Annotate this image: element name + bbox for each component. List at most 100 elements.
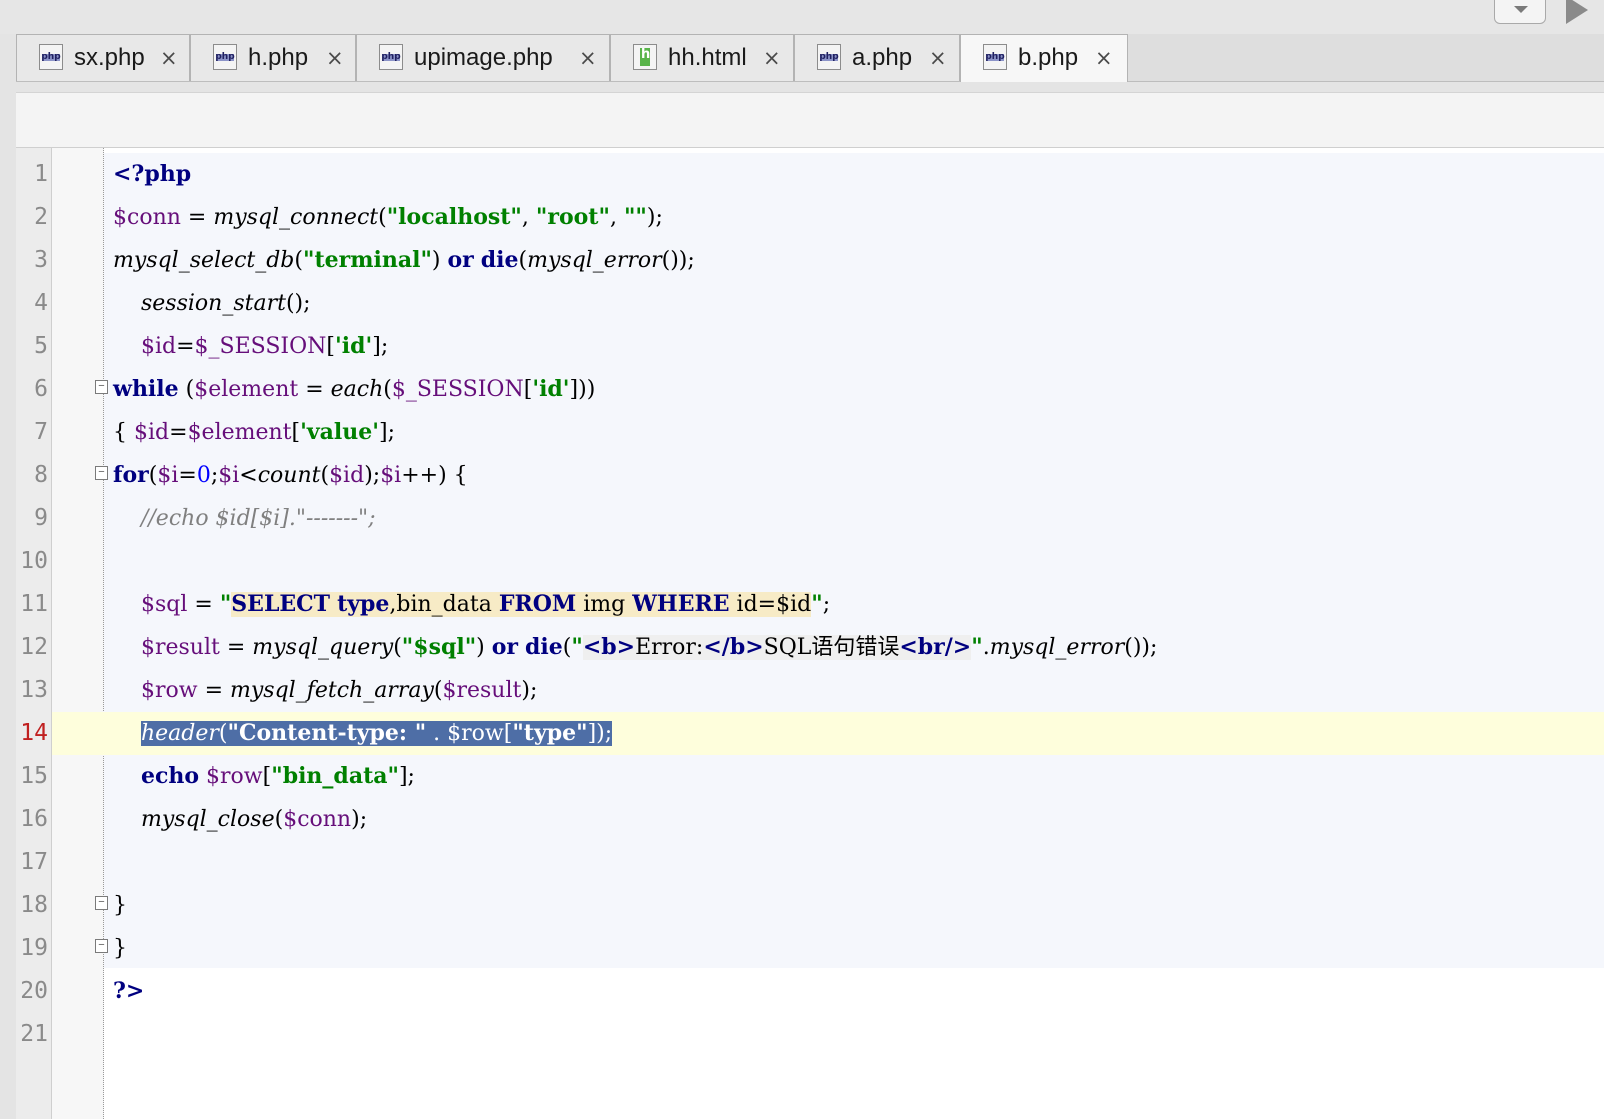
tab-b-php[interactable]: b.php ×: [960, 34, 1128, 82]
code-text[interactable]: header("Content-type: " . $row["type"]);: [113, 712, 613, 755]
code-text[interactable]: { $id=$element['value'];: [113, 411, 395, 454]
tab-label: hh.html: [668, 44, 747, 71]
token: type: [337, 591, 390, 617]
token: ());: [661, 248, 695, 273]
token: $conn: [113, 205, 181, 230]
code-text[interactable]: ?>: [113, 970, 144, 1013]
code-line: 16 mysql_close($conn);: [0, 798, 1604, 841]
token: (: [518, 248, 528, 273]
code-text[interactable]: $result = mysql_query("$sql") or die("<b…: [113, 626, 1157, 669]
token: ];: [372, 334, 389, 359]
top-toolbar: [0, 0, 1604, 34]
code-line: 7 { $id=$element['value'];: [0, 411, 1604, 454]
tab-a-php[interactable]: a.php ×: [794, 34, 960, 81]
code-line: 6 − while ($element = each($_SESSION['id…: [0, 368, 1604, 411]
token: "terminal": [303, 247, 432, 273]
code-text[interactable]: for($i=0;$i<count($id);$i++) {: [113, 454, 468, 497]
code-text[interactable]: mysql_select_db("terminal") or die(mysql…: [113, 239, 695, 282]
tab-label: h.php: [248, 44, 309, 71]
code-text[interactable]: session_start();: [113, 282, 311, 325]
code-text[interactable]: $conn = mysql_connect("localhost", "root…: [113, 196, 663, 239]
token: );: [364, 463, 381, 488]
text-selection[interactable]: header("Content-type: " . $row["type"]);: [140, 720, 613, 746]
tab-list-dropdown-button[interactable]: [1494, 0, 1546, 24]
code-text[interactable]: $row = mysql_fetch_array($result);: [113, 669, 537, 712]
code-line: 10: [0, 540, 1604, 583]
line-number: 3: [34, 247, 48, 273]
code-line: 8 − for($i=0;$i<count($id);$i++) {: [0, 454, 1604, 497]
token: $id: [134, 420, 170, 445]
code-text[interactable]: while ($element = each($_SESSION['id'])): [113, 368, 595, 411]
close-tab-icon[interactable]: ×: [1095, 45, 1113, 71]
code-text[interactable]: mysql_close($conn);: [113, 798, 367, 841]
token: =: [197, 678, 230, 703]
token: "type": [512, 720, 588, 746]
fold-collapse-icon[interactable]: −: [95, 466, 108, 480]
token: $sql: [140, 592, 188, 617]
line-number: 12: [20, 634, 48, 660]
tab-label: upimage.php: [414, 44, 553, 71]
tab-label: sx.php: [74, 44, 145, 71]
code-text[interactable]: echo $row["bin_data"];: [113, 755, 415, 798]
tab-h-php[interactable]: h.php ×: [190, 34, 356, 81]
code-text[interactable]: $sql = "SELECT type,bin_data FROM img WH…: [113, 583, 830, 626]
tab-hh-html[interactable]: hh.html ×: [610, 34, 794, 81]
token: ,: [609, 205, 624, 230]
token: "localhost": [386, 204, 522, 230]
token: </b>: [703, 634, 764, 660]
code-text[interactable]: $id=$_SESSION['id'];: [113, 325, 388, 368]
token: $row: [140, 678, 198, 703]
token: 'value': [300, 419, 379, 445]
close-tab-icon[interactable]: ×: [929, 45, 947, 71]
token: ];: [378, 420, 395, 445]
editor-breadcrumb-bar: [16, 92, 1604, 148]
line-number: 13: [20, 677, 48, 703]
line-number: 10: [20, 548, 48, 574]
code-text[interactable]: <?php: [113, 153, 191, 196]
token: .: [426, 721, 448, 746]
tab-upimage-php[interactable]: upimage.php ×: [356, 34, 610, 81]
token: =: [178, 463, 197, 488]
token: $i: [218, 463, 240, 488]
token: $conn: [283, 807, 352, 832]
fold-collapse-icon[interactable]: −: [95, 380, 108, 394]
line-number: 4: [34, 290, 48, 316]
token: =: [169, 420, 188, 445]
token: "Content-type: ": [227, 720, 427, 746]
line-number: 5: [34, 333, 48, 359]
close-tab-icon[interactable]: ×: [160, 45, 178, 71]
token: ): [431, 248, 448, 273]
code-text[interactable]: //echo $id[$i]."-------";: [113, 497, 376, 540]
token: mysql_select_db: [113, 248, 295, 273]
token: <b>: [582, 634, 636, 660]
token: [: [262, 764, 272, 789]
editor-tab-bar: sx.php × h.php × upimage.php × hh.html ×…: [16, 34, 1604, 82]
line-number: 20: [20, 978, 48, 1004]
code-line: 3 mysql_select_db("terminal") or die(mys…: [0, 239, 1604, 282]
code-text[interactable]: }: [113, 884, 127, 927]
close-tab-icon[interactable]: ×: [579, 45, 597, 71]
close-tab-icon[interactable]: ×: [326, 45, 344, 71]
close-tab-icon[interactable]: ×: [763, 45, 781, 71]
token: "$sql": [401, 634, 477, 660]
tab-label: b.php: [1018, 44, 1079, 71]
token: FROM: [498, 591, 577, 617]
token: $i: [380, 463, 402, 488]
line-number: 8: [34, 462, 48, 488]
token: "bin_data": [271, 763, 399, 789]
token: $element: [194, 377, 299, 402]
token: );: [351, 807, 368, 832]
fold-end-icon[interactable]: −: [95, 896, 108, 910]
run-icon[interactable]: [1566, 0, 1588, 24]
tab-sx-php[interactable]: sx.php ×: [16, 34, 190, 81]
html-file-icon: [633, 44, 657, 70]
token: ());: [1124, 635, 1158, 660]
token: (: [294, 248, 303, 273]
fold-end-icon[interactable]: −: [95, 939, 108, 953]
code-text[interactable]: }: [113, 927, 127, 970]
token: (: [274, 807, 284, 832]
code-line: 19 − }: [0, 927, 1604, 970]
